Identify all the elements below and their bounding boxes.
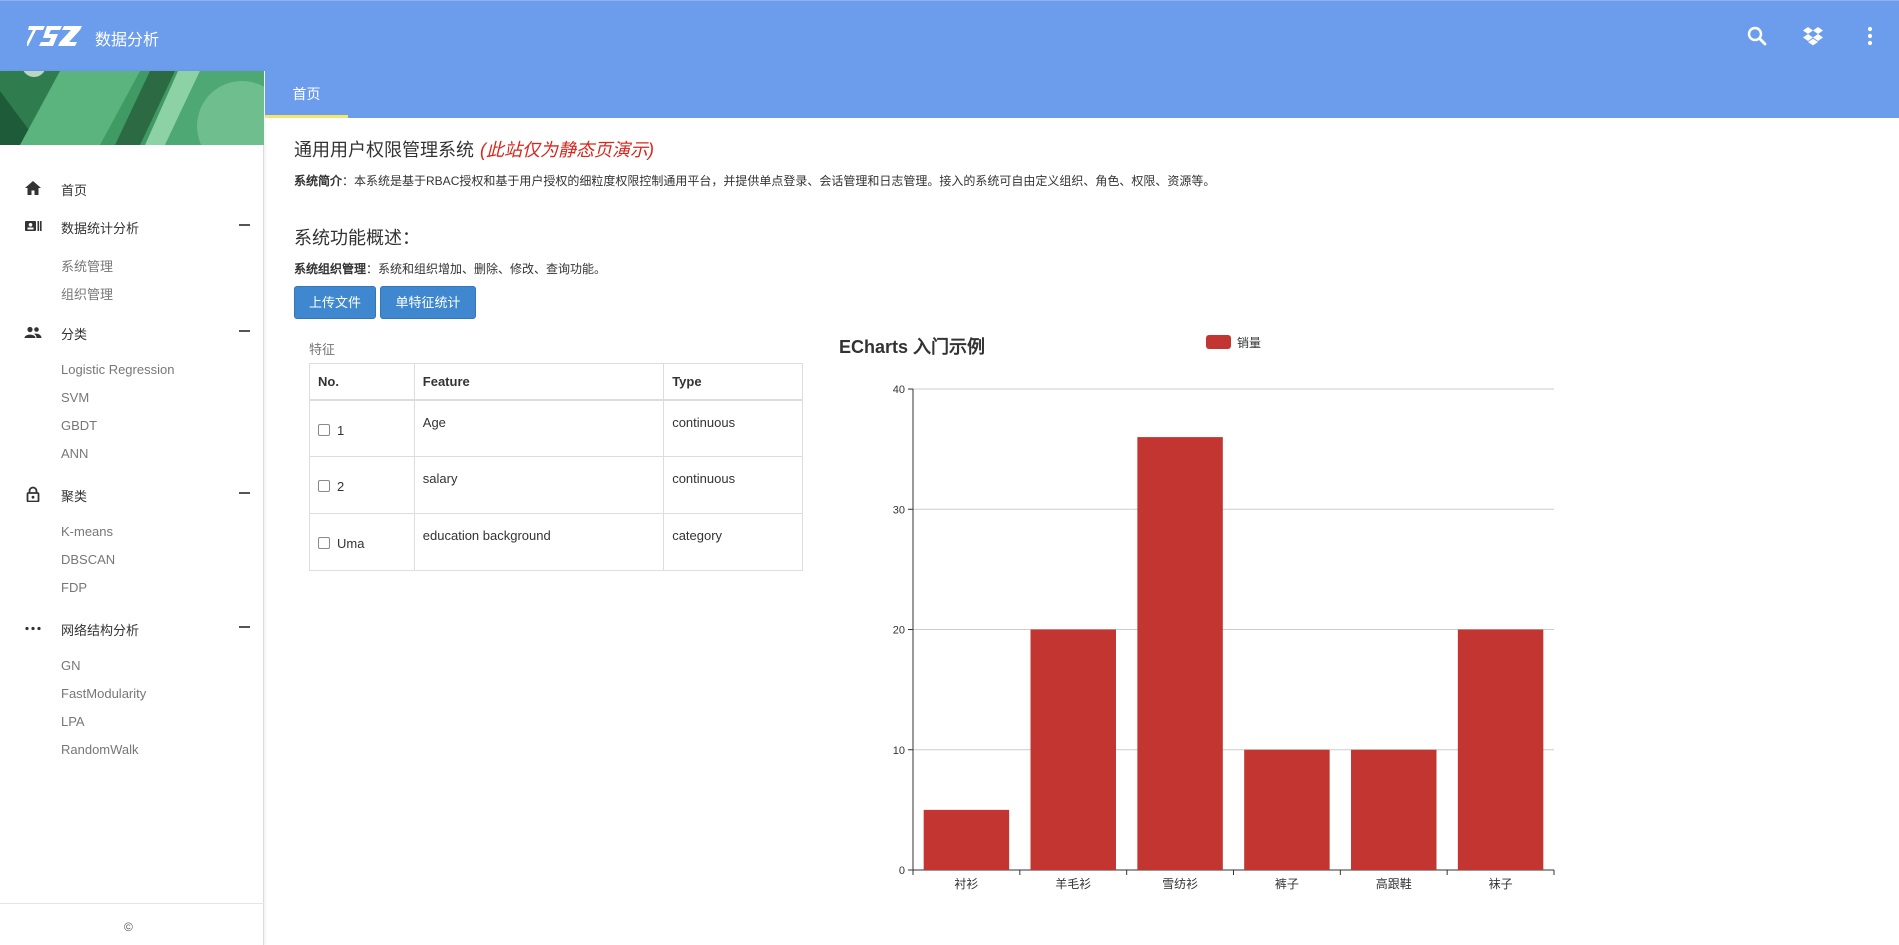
- home-icon: [25, 181, 41, 195]
- sidebar-subitem-logistic-regression[interactable]: Logistic Regression: [61, 362, 174, 377]
- sidebar-banner: [0, 71, 264, 145]
- bar-chart: 0 10 20 30 40 衬衫 羊毛衫 雪纺衫 裤子 高跟鞋 袜子: [893, 384, 1555, 891]
- x-tick-label: 羊毛衫: [1055, 876, 1091, 891]
- dropbox-icon[interactable]: [1800, 23, 1826, 49]
- sidebar-subitem-fdp[interactable]: FDP: [61, 580, 87, 595]
- sidebar-item-data-statistics[interactable]: 数据统计分析: [0, 209, 264, 243]
- contact-card-icon: [25, 221, 42, 231]
- sidebar-item-label: 数据统计分析: [61, 221, 140, 236]
- sidebar-item-home[interactable]: 首页: [0, 171, 264, 205]
- sidebar-item-network-analysis[interactable]: 网络结构分析: [0, 611, 264, 645]
- bar-0: [923, 809, 1010, 870]
- bar-4: [1351, 749, 1437, 870]
- sidebar-item-classification[interactable]: 分类: [0, 315, 264, 349]
- tab-home[interactable]: 首页: [265, 71, 348, 118]
- lock-icon: [26, 486, 40, 502]
- sidebar-subitem-randomwalk[interactable]: RandomWalk: [61, 742, 139, 757]
- sidebar-subitem-lpa[interactable]: LPA: [61, 714, 85, 729]
- x-tick-label: 高跟鞋: [1376, 876, 1412, 891]
- bar-5: [1457, 629, 1544, 870]
- copyright-text: ©: [124, 920, 133, 934]
- x-tick-label: 雪纺衫: [1162, 877, 1198, 891]
- sidebar-item-label: 首页: [61, 183, 88, 198]
- search-icon[interactable]: [1744, 23, 1770, 49]
- sidebar-subitem-svm[interactable]: SVM: [61, 390, 89, 405]
- sidebar-subitem-gn[interactable]: GN: [61, 658, 81, 673]
- sidebar-subitem-ann[interactable]: ANN: [61, 446, 88, 461]
- x-tick-label: 衬衫: [954, 877, 978, 891]
- sidebar-subitem-kmeans[interactable]: K-means: [61, 524, 113, 539]
- bar-2: [1137, 437, 1223, 870]
- app-title: 数据分析: [95, 32, 160, 49]
- more-vert-icon[interactable]: [1857, 23, 1883, 49]
- sidebar-subitem-fastmodularity[interactable]: FastModularity: [61, 686, 146, 701]
- sidebar-subitem-system-management[interactable]: 系统管理: [61, 256, 113, 275]
- x-tick-label: 裤子: [1275, 877, 1299, 891]
- bar-3: [1244, 749, 1330, 870]
- sidebar-footer: ©: [0, 903, 264, 945]
- sidebar-item-label: 分类: [61, 327, 88, 342]
- tab-bar: 首页: [265, 71, 1899, 118]
- top-bar: 数据分析: [0, 0, 1899, 71]
- y-tick-label: 20: [893, 625, 905, 637]
- more-horiz-icon: [25, 626, 41, 631]
- sidebar: 首页 数据统计分析 系统管理 组织管理 分类 Logistic Regressi…: [0, 71, 264, 945]
- y-tick-label: 40: [893, 384, 905, 396]
- app-logo[interactable]: [27, 25, 83, 47]
- y-tick-label: 10: [893, 745, 905, 757]
- sidebar-subitem-org-management[interactable]: 组织管理: [61, 284, 113, 303]
- collapse-icon[interactable]: [239, 626, 250, 628]
- bar-1: [1030, 629, 1116, 870]
- collapse-icon[interactable]: [239, 330, 250, 332]
- main-content: 通用用户权限管理系统 (此站仅为静态页演示) 系统简介：本系统是基于RBAC授权和…: [265, 118, 1899, 945]
- sidebar-subitem-gbdt[interactable]: GBDT: [61, 418, 97, 433]
- collapse-icon[interactable]: [239, 492, 250, 494]
- y-tick-label: 0: [899, 865, 905, 877]
- sidebar-item-label: 网络结构分析: [61, 623, 140, 638]
- collapse-icon[interactable]: [239, 224, 250, 226]
- sidebar-item-clustering[interactable]: 聚类: [0, 477, 264, 511]
- x-tick-label: 袜子: [1489, 877, 1513, 891]
- sidebar-subitem-dbscan[interactable]: DBSCAN: [61, 552, 115, 567]
- y-tick-label: 30: [893, 504, 905, 516]
- sidebar-item-label: 聚类: [61, 489, 88, 504]
- people-icon: [24, 326, 42, 338]
